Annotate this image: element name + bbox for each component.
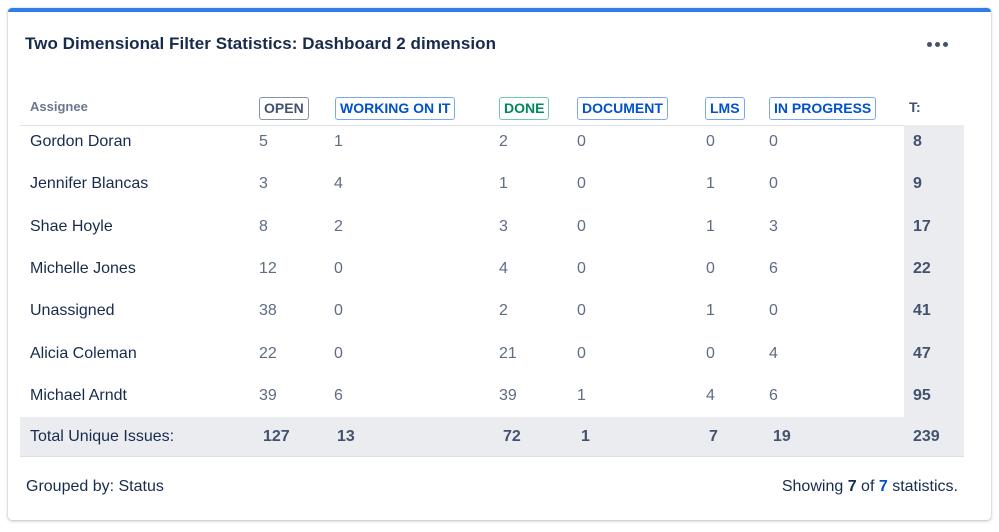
count-done[interactable]: 21 [499,333,517,375]
row-total[interactable]: 9 [913,163,922,205]
count-working-on-it[interactable]: 0 [334,290,343,332]
table-row: Shae Hoyle 8 2 3 0 1 3 17 [20,206,931,248]
row-total[interactable]: 95 [913,375,931,417]
showing-prefix: Showing [781,478,844,495]
count-working-on-it[interactable]: 0 [334,248,343,290]
count-in-progress[interactable]: 0 [769,121,778,163]
count-done[interactable]: 4 [499,248,508,290]
assignee-link[interactable]: Michael Arndt [30,375,127,417]
status-lozenge-open[interactable]: OPEN [259,97,309,120]
count-open[interactable]: 12 [259,248,277,290]
total-done[interactable]: 72 [503,417,521,456]
count-lms[interactable]: 0 [706,121,715,163]
status-lozenge-lms[interactable]: LMS [705,97,745,120]
table-row: Michelle Jones 12 0 4 0 0 6 22 [20,248,931,290]
count-document[interactable]: 0 [577,290,586,332]
grouped-by-label: Grouped by: Status [26,478,164,495]
assignee-column-header: Assignee [30,99,88,114]
count-open[interactable]: 8 [259,206,268,248]
total-document[interactable]: 1 [581,417,590,456]
count-done[interactable]: 2 [499,290,508,332]
count-in-progress[interactable]: 4 [769,333,778,375]
count-working-on-it[interactable]: 6 [334,375,343,417]
count-lms[interactable]: 1 [706,206,715,248]
count-working-on-it[interactable]: 0 [334,333,343,375]
shown-count: 7 [847,478,857,495]
total-statistics-link[interactable]: 7 [879,478,888,495]
gadget-title: Two Dimensional Filter Statistics: Dashb… [25,34,497,53]
count-in-progress[interactable]: 6 [769,248,778,290]
total-lms[interactable]: 7 [709,417,718,456]
total-column-header: T: [909,99,921,115]
count-document[interactable]: 0 [577,121,586,163]
count-working-on-it[interactable]: 1 [334,121,343,163]
count-lms[interactable]: 1 [706,163,715,205]
row-total[interactable]: 47 [913,333,931,375]
status-lozenge-working-on-it[interactable]: WORKING ON IT [335,97,456,120]
assignee-link[interactable]: Unassigned [30,290,115,332]
filter-statistics-gadget: Two Dimensional Filter Statistics: Dashb… [8,8,991,520]
menu-dot [926,41,932,47]
menu-dot [934,41,940,47]
count-open[interactable]: 38 [259,290,277,332]
total-unique-issues-label: Total Unique Issues: [30,428,175,445]
showing-statistics-summary: Showing 7 of 7 statistics. [782,478,958,496]
count-done[interactable]: 3 [499,206,508,248]
assignee-link[interactable]: Shae Hoyle [30,206,113,248]
count-in-progress[interactable]: 0 [769,290,778,332]
status-lozenge-document[interactable]: DOCUMENT [577,97,668,120]
count-lms[interactable]: 4 [706,375,715,417]
count-done[interactable]: 2 [499,121,508,163]
table-row: Michael Arndt 39 6 39 1 4 6 95 [20,375,931,417]
count-open[interactable]: 39 [259,375,277,417]
total-working-on-it[interactable]: 13 [337,417,355,456]
count-document[interactable]: 0 [577,206,586,248]
count-lms[interactable]: 0 [706,248,715,290]
count-document[interactable]: 1 [577,375,586,417]
count-working-on-it[interactable]: 4 [334,163,343,205]
table-row: Unassigned 38 0 2 0 1 0 41 [20,290,931,332]
row-total[interactable]: 17 [913,206,931,248]
count-done[interactable]: 39 [499,375,517,417]
count-document[interactable]: 0 [577,248,586,290]
count-open[interactable]: 3 [259,163,268,205]
more-horizontal-icon[interactable] [920,32,954,56]
row-total[interactable]: 41 [913,290,931,332]
total-in-progress[interactable]: 19 [773,417,791,456]
row-total[interactable]: 22 [913,248,931,290]
footer-divider [20,456,964,457]
count-document[interactable]: 0 [577,333,586,375]
grand-total[interactable]: 239 [913,417,940,456]
table-row: Gordon Doran 5 1 2 0 0 0 8 [20,121,922,163]
assignee-link[interactable]: Michelle Jones [30,248,136,290]
status-lozenge-done[interactable]: DONE [499,97,550,120]
count-in-progress[interactable]: 0 [769,163,778,205]
count-working-on-it[interactable]: 2 [334,206,343,248]
total-unique-issues-row: Total Unique Issues: 127 13 72 1 7 19 23… [20,417,964,456]
count-open[interactable]: 5 [259,121,268,163]
count-in-progress[interactable]: 3 [769,206,778,248]
row-total[interactable]: 8 [913,121,922,163]
of-text: of [861,478,875,495]
count-lms[interactable]: 0 [706,333,715,375]
table-row: Jennifer Blancas 3 4 1 0 1 0 9 [20,163,922,205]
total-open[interactable]: 127 [263,417,290,456]
count-document[interactable]: 0 [577,163,586,205]
assignee-link[interactable]: Gordon Doran [30,121,131,163]
gadget-accent-bar [8,8,991,12]
table-row: Alicia Coleman 22 0 21 0 0 4 47 [20,333,931,375]
count-done[interactable]: 1 [499,163,508,205]
count-in-progress[interactable]: 6 [769,375,778,417]
showing-suffix: statistics. [892,478,958,495]
assignee-link[interactable]: Jennifer Blancas [30,163,148,205]
menu-dot [942,41,948,47]
count-open[interactable]: 22 [259,333,277,375]
status-lozenge-in-progress[interactable]: IN PROGRESS [769,97,877,120]
count-lms[interactable]: 1 [706,290,715,332]
assignee-link[interactable]: Alicia Coleman [30,333,137,375]
